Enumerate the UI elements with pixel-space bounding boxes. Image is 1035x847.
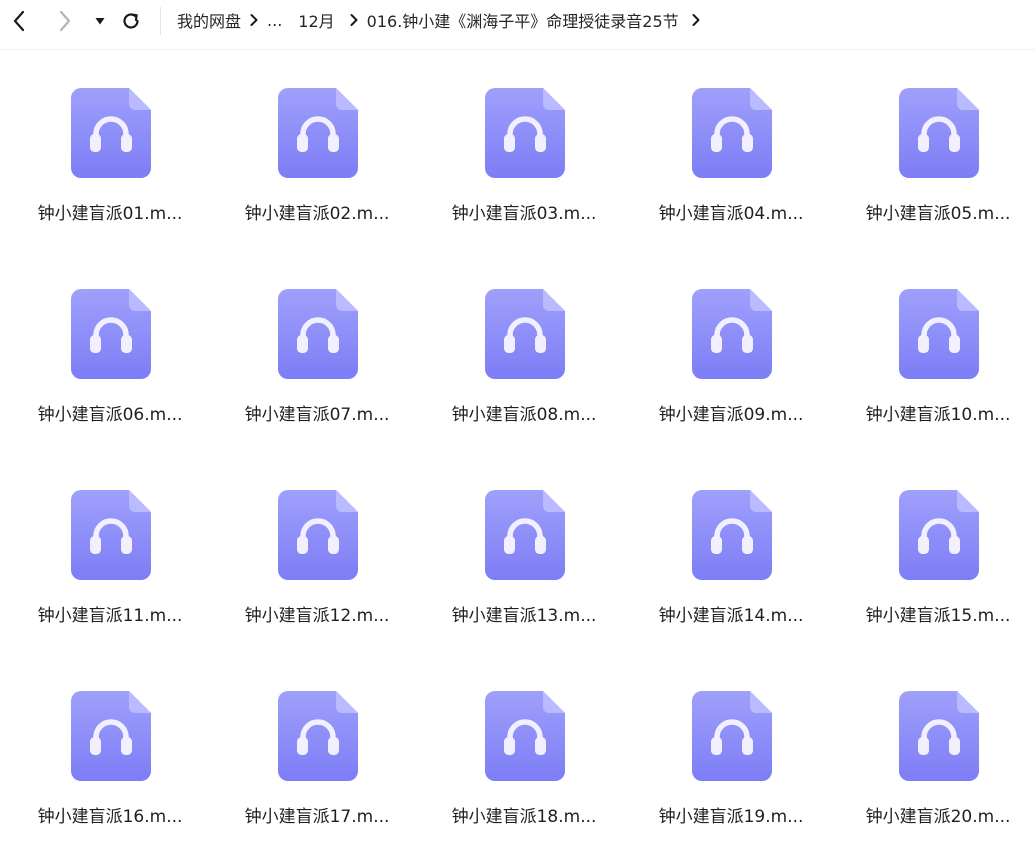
file-item[interactable]: 钟小建盲派07.m... [222,251,412,425]
file-name: 钟小建盲派08.m... [451,405,597,425]
breadcrumb-parent[interactable]: 12月 [298,8,334,32]
chevron-right-icon [341,10,367,30]
file-item[interactable]: 钟小建盲派19.m... [636,653,826,827]
forward-button[interactable] [54,8,76,34]
file-grid: 钟小建盲派01.m... 钟小建盲派02.m... 钟小建盲派03.m... 钟… [0,50,1035,847]
file-name: 钟小建盲派19.m... [658,807,804,827]
file-name: 钟小建盲派16.m... [37,807,183,827]
file-name: 钟小建盲派09.m... [658,405,804,425]
file-item[interactable]: 钟小建盲派09.m... [636,251,826,425]
file-item[interactable]: 钟小建盲派17.m... [222,653,412,827]
audio-file-icon [692,490,772,580]
audio-file-icon [485,289,565,379]
chevron-right-icon[interactable] [683,10,709,30]
file-item[interactable]: 钟小建盲派06.m... [15,251,205,425]
file-item[interactable]: 钟小建盲派20.m... [843,653,1033,827]
breadcrumb: 我的网盘 ... 12月 016.钟小建《渊海子平》命理授徒录音25节 [177,0,709,40]
file-name: 钟小建盲派14.m... [658,606,804,626]
file-item[interactable]: 钟小建盲派16.m... [15,653,205,827]
file-name: 钟小建盲派01.m... [37,204,183,224]
file-name: 钟小建盲派12.m... [244,606,390,626]
file-name: 钟小建盲派15.m... [865,606,1011,626]
toolbar-separator [160,7,161,35]
audio-file-icon [692,691,772,781]
file-item[interactable]: 钟小建盲派04.m... [636,50,826,224]
audio-file-icon [278,88,358,178]
file-name: 钟小建盲派20.m... [865,807,1011,827]
file-item[interactable]: 钟小建盲派18.m... [429,653,619,827]
file-name: 钟小建盲派10.m... [865,405,1011,425]
audio-file-icon [71,88,151,178]
file-name: 钟小建盲派13.m... [451,606,597,626]
file-name: 钟小建盲派06.m... [37,405,183,425]
audio-file-icon [71,490,151,580]
file-item[interactable]: 钟小建盲派05.m... [843,50,1033,224]
audio-file-icon [278,490,358,580]
file-name: 钟小建盲派18.m... [451,807,597,827]
file-name: 钟小建盲派02.m... [244,204,390,224]
file-item[interactable]: 钟小建盲派13.m... [429,452,619,626]
breadcrumb-ellipsis[interactable]: ... [267,11,282,30]
toolbar: 我的网盘 ... 12月 016.钟小建《渊海子平》命理授徒录音25节 [0,0,1035,42]
refresh-icon [123,13,139,29]
file-item[interactable]: 钟小建盲派08.m... [429,251,619,425]
file-name: 钟小建盲派07.m... [244,405,390,425]
audio-file-icon [485,88,565,178]
file-name: 钟小建盲派04.m... [658,204,804,224]
audio-file-icon [485,691,565,781]
file-item[interactable]: 钟小建盲派02.m... [222,50,412,224]
file-item[interactable]: 钟小建盲派03.m... [429,50,619,224]
file-item[interactable]: 钟小建盲派15.m... [843,452,1033,626]
breadcrumb-root[interactable]: 我的网盘 [177,8,241,32]
breadcrumb-current[interactable]: 016.钟小建《渊海子平》命理授徒录音25节 [367,8,679,32]
audio-file-icon [692,289,772,379]
history-dropdown-button[interactable] [92,8,108,34]
chevron-left-icon [13,10,25,32]
chevron-right-icon [59,10,71,32]
audio-file-icon [278,691,358,781]
audio-file-icon [899,490,979,580]
file-item[interactable]: 钟小建盲派01.m... [15,50,205,224]
file-name: 钟小建盲派11.m... [37,606,183,626]
audio-file-icon [485,490,565,580]
audio-file-icon [71,691,151,781]
file-name: 钟小建盲派03.m... [451,204,597,224]
audio-file-icon [71,289,151,379]
refresh-button[interactable] [120,8,142,34]
file-name: 钟小建盲派17.m... [244,807,390,827]
file-item[interactable]: 钟小建盲派11.m... [15,452,205,626]
back-button[interactable] [8,8,30,34]
file-item[interactable]: 钟小建盲派12.m... [222,452,412,626]
audio-file-icon [899,88,979,178]
chevron-right-icon [241,10,267,30]
file-item[interactable]: 钟小建盲派14.m... [636,452,826,626]
audio-file-icon [278,289,358,379]
audio-file-icon [692,88,772,178]
file-item[interactable]: 钟小建盲派10.m... [843,251,1033,425]
audio-file-icon [899,289,979,379]
caret-down-icon [95,18,105,25]
audio-file-icon [899,691,979,781]
file-name: 钟小建盲派05.m... [865,204,1011,224]
